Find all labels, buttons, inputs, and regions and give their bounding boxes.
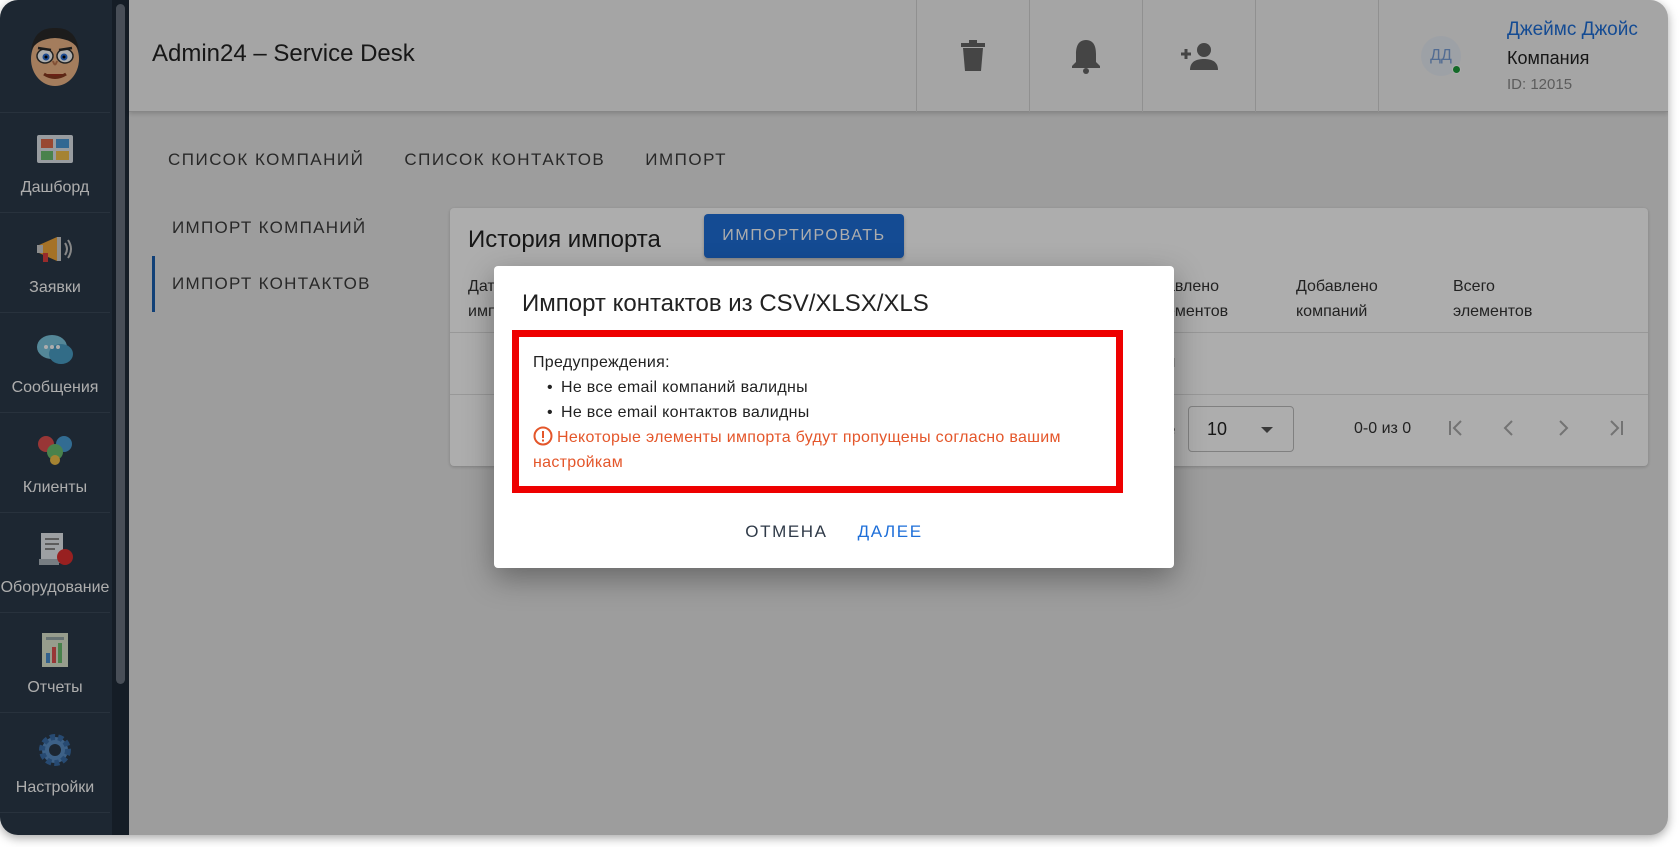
next-button[interactable]: ДАЛЕЕ xyxy=(858,518,923,546)
warning-item: Не все email компаний валидны xyxy=(547,375,1102,400)
import-contacts-dialog: Импорт контактов из CSV/XLSX/XLS Предупр… xyxy=(494,266,1174,568)
error-circle-icon xyxy=(533,426,553,446)
warning-item: Не все email контактов валидны xyxy=(547,400,1102,425)
cancel-button[interactable]: ОТМЕНА xyxy=(745,518,827,546)
skip-warning-note: Некоторые элементы импорта будут пропуще… xyxy=(533,425,1102,475)
app-window: Дашборд Заявки Сообщения Клиенты Оборудо xyxy=(0,0,1668,835)
warnings-box: Предупреждения: Не все email компаний ва… xyxy=(512,330,1123,493)
skip-warning-text: Некоторые элементы импорта будут пропуще… xyxy=(533,429,1061,471)
dialog-actions: ОТМЕНА ДАЛЕЕ xyxy=(494,518,1174,546)
warnings-header: Предупреждения: xyxy=(533,354,670,371)
dialog-title: Импорт контактов из CSV/XLSX/XLS xyxy=(522,290,929,317)
warnings-list: Не все email компаний валидны Не все ema… xyxy=(533,375,1102,425)
